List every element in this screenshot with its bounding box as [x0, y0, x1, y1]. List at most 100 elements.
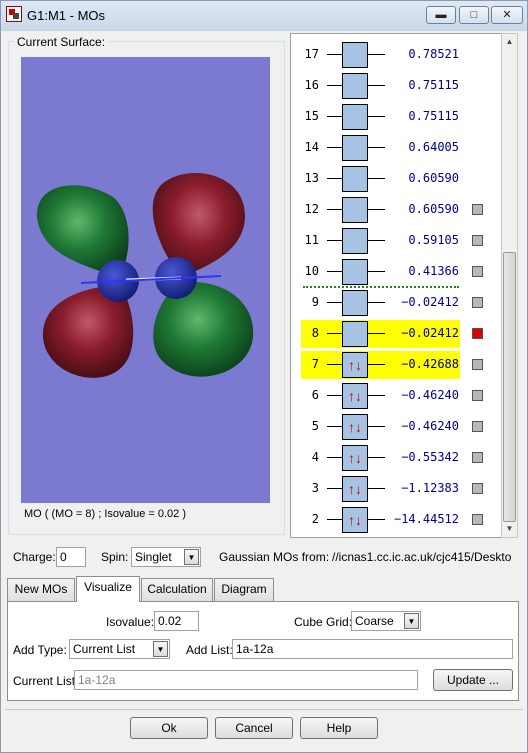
mo-select-checkbox[interactable] [472, 235, 483, 246]
mo-select-checkbox[interactable] [472, 483, 483, 494]
chevron-down-icon: ▼ [184, 549, 199, 565]
electron-pair-icon: ↑↓ [348, 419, 362, 435]
chevron-down-icon: ▼ [153, 641, 168, 657]
mo-row[interactable]: 8 −0.02412 [291, 320, 501, 348]
mo-energy: −0.42688 [401, 357, 459, 371]
cancel-button[interactable]: Cancel [215, 717, 293, 739]
mo-row[interactable]: 11 0.59105 [291, 227, 501, 255]
charge-field[interactable]: 0 [56, 547, 86, 567]
mo-number: 15 [304, 109, 319, 123]
mo-select-checkbox[interactable] [472, 514, 483, 525]
scroll-down-icon[interactable]: ▼ [502, 521, 517, 537]
minimize-icon: ▬ [435, 9, 447, 21]
mo-energy: 0.64005 [408, 140, 459, 154]
surface-viewport[interactable] [21, 57, 270, 503]
cube-grid-label: Cube Grid: [294, 615, 353, 629]
mo-select-checkbox[interactable] [472, 452, 483, 463]
maximize-button[interactable]: □ [459, 6, 489, 24]
gaussview-app-icon [6, 6, 22, 22]
mo-number: 2 [311, 512, 319, 526]
tab-new-mos[interactable]: New MOs [7, 578, 75, 601]
mo-select-checkbox[interactable] [472, 204, 483, 215]
tab-visualize[interactable]: Visualize [76, 576, 140, 602]
isovalue-field[interactable]: 0.02 [154, 611, 199, 631]
electron-pair-icon: ↑↓ [348, 512, 362, 528]
mo-number: 10 [304, 264, 319, 278]
mo-row[interactable]: 10 0.41366 [291, 258, 501, 286]
title-bar: G1:M1 - MOs ▬ □ ✕ [1, 1, 527, 31]
mo-select-checkbox[interactable] [472, 390, 483, 401]
current-list-label: Current List: [13, 674, 79, 688]
close-button[interactable]: ✕ [491, 6, 523, 24]
orbital-render [36, 173, 254, 378]
spin-value: Singlet [135, 550, 172, 564]
mo-row[interactable]: 17 0.78521 [291, 41, 501, 69]
mo-row[interactable]: 7 ↑↓ −0.42688 [291, 351, 501, 379]
close-icon: ✕ [502, 9, 512, 21]
mo-number: 4 [311, 450, 319, 464]
charge-label: Charge: [13, 550, 56, 564]
minimize-button[interactable]: ▬ [426, 6, 456, 24]
mo-energy: 0.59105 [408, 233, 459, 247]
mo-energy: 0.60590 [408, 171, 459, 185]
mo-list-scrollbar[interactable]: ▲ ▼ [501, 33, 518, 538]
mo-select-checkbox[interactable] [472, 421, 483, 432]
cube-grid-value: Coarse [355, 614, 394, 628]
mo-energy: −1.12383 [401, 481, 459, 495]
mo-energy: −0.46240 [401, 419, 459, 433]
electron-pair-icon: ↑↓ [348, 388, 362, 404]
mo-row[interactable]: 9 −0.02412 [291, 289, 501, 317]
mo-row[interactable]: 3 ↑↓ −1.12383 [291, 475, 501, 503]
mo-select-checkbox[interactable] [472, 359, 483, 370]
mo-number: 6 [311, 388, 319, 402]
add-list-field[interactable]: 1a-12a [232, 639, 513, 659]
tab-diagram[interactable]: Diagram [214, 578, 274, 601]
current-surface-label: Current Surface: [14, 35, 109, 49]
add-type-value: Current List [73, 642, 136, 656]
update-button[interactable]: Update ... [433, 669, 513, 691]
mo-select-checkbox[interactable] [472, 297, 483, 308]
mo-diagram-list: 17 0.78521 16 0.75115 15 0.75115 14 0.64005 13 0.… [290, 33, 514, 538]
source-label: Gaussian MOs from: [219, 550, 330, 564]
mo-number: 13 [304, 171, 319, 185]
scroll-thumb[interactable] [503, 252, 516, 522]
window-title: G1:M1 - MOs [27, 8, 106, 23]
add-list-label: Add List: [186, 643, 233, 657]
mo-energy: 0.75115 [408, 78, 459, 92]
mo-row[interactable]: 2 ↑↓ −14.44512 [291, 506, 501, 534]
mo-row[interactable]: 16 0.75115 [291, 72, 501, 100]
spin-select[interactable]: Singlet ▼ [131, 547, 201, 567]
homo-lumo-divider [303, 286, 459, 288]
mo-energy: −0.02412 [401, 326, 459, 340]
mo-row[interactable]: 13 0.60590 [291, 165, 501, 193]
mo-number: 16 [304, 78, 319, 92]
mo-row[interactable]: 14 0.64005 [291, 134, 501, 162]
mo-select-checkbox[interactable] [472, 266, 483, 277]
tab-calculation[interactable]: Calculation [141, 578, 213, 601]
add-type-select[interactable]: Current List ▼ [69, 639, 170, 659]
mo-row[interactable]: 15 0.75115 [291, 103, 501, 131]
mo-select-checkbox[interactable] [472, 328, 483, 339]
mo-row[interactable]: 6 ↑↓ −0.46240 [291, 382, 501, 410]
cube-grid-select[interactable]: Coarse ▼ [351, 611, 421, 631]
mo-energy: −0.46240 [401, 388, 459, 402]
mo-row[interactable]: 5 ↑↓ −0.46240 [291, 413, 501, 441]
chevron-down-icon: ▼ [404, 613, 419, 629]
scroll-up-icon[interactable]: ▲ [502, 34, 517, 50]
mo-caption: MO ( (MO = 8) ; Isovalue = 0.02 ) [24, 508, 186, 520]
footer-separator [5, 709, 523, 710]
help-button[interactable]: Help [300, 717, 378, 739]
electron-pair-icon: ↑↓ [348, 450, 362, 466]
mo-number: 9 [311, 295, 319, 309]
source-path: //icnas1.cc.ic.ac.uk/cjc415/Deskto [332, 550, 512, 564]
mo-row[interactable]: 12 0.60590 [291, 196, 501, 224]
mo-energy: −14.44512 [393, 512, 459, 526]
mo-energy: 0.60590 [408, 202, 459, 216]
add-type-label: Add Type: [13, 643, 67, 657]
mo-row[interactable]: 4 ↑↓ −0.55342 [291, 444, 501, 472]
mo-window: G1:M1 - MOs ▬ □ ✕ Current Surface: MO (… [0, 0, 528, 753]
mo-energy: 0.75115 [408, 109, 459, 123]
mo-number: 17 [304, 47, 319, 61]
ok-button[interactable]: Ok [130, 717, 208, 739]
mo-number: 5 [311, 419, 319, 433]
